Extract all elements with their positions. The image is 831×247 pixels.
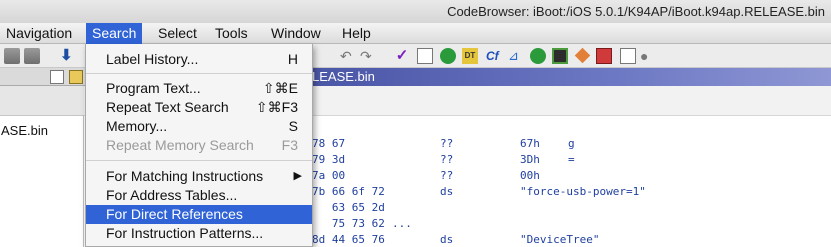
row-bytes: 8d 44 65 76 [312, 233, 385, 246]
menu-help[interactable]: Help [336, 23, 377, 44]
row-operand: "force-usb-power=1" [520, 185, 646, 198]
menu-item-address-tables[interactable]: For Address Tables... [86, 186, 312, 205]
disassemble-icon[interactable] [417, 48, 433, 64]
row-bytes: 79 3d [312, 153, 346, 166]
menu-item-label: Label History... [106, 51, 199, 67]
window-titlebar: CodeBrowser: iBoot:/iOS 5.0.1/K94AP/iBoo… [0, 0, 831, 23]
folder-icon[interactable] [69, 70, 83, 84]
shortcut-label: ⇧⌘E [262, 80, 298, 96]
row-mnemonic: ds [440, 233, 454, 246]
row-bytes: 75 73 62 [312, 217, 385, 230]
shortcut-label: F3 [281, 137, 298, 153]
menu-item-label: For Instruction Patterns... [106, 225, 264, 241]
row-mnemonic: ?? [440, 153, 454, 166]
forward-icon[interactable] [24, 48, 40, 64]
row-operand: 3Dh [520, 153, 540, 166]
menu-search[interactable]: Search [86, 23, 143, 44]
data-type-icon[interactable]: DT [462, 48, 478, 64]
shortcut-label: S [288, 118, 298, 134]
row-mnemonic: ?? [440, 137, 454, 150]
down-arrow-icon[interactable]: ⬇ [60, 48, 76, 64]
checkmark-icon[interactable]: ✓ [394, 48, 410, 64]
shortcut-label: ⇧⌘F3 [255, 99, 298, 115]
row-bytes: 78 67 [312, 137, 346, 150]
menu-item-label-history[interactable]: Label History... H [86, 50, 312, 69]
program-tree-header [0, 86, 84, 116]
row-bytes: 63 65 2d [312, 201, 385, 214]
menu-item-repeat-text-search[interactable]: Repeat Text Search ⇧⌘F3 [86, 98, 312, 117]
tab-listing[interactable] [310, 68, 831, 86]
tab-title: LEASE.bin [312, 69, 375, 84]
menu-item-instruction-patterns[interactable]: For Instruction Patterns... [86, 224, 312, 243]
menu-item-label: For Matching Instructions [106, 168, 264, 184]
document-icon[interactable] [620, 48, 636, 64]
menu-item-label: For Address Tables... [106, 187, 238, 203]
submenu-arrow-icon: ▶ [293, 170, 302, 182]
row-comment: g [568, 137, 575, 150]
row-ellipsis: ... [392, 217, 412, 230]
menu-item-program-text[interactable]: Program Text... ⇧⌘E [86, 79, 312, 98]
menu-item-direct-references[interactable]: For Direct References [86, 205, 312, 224]
menu-item-label: Repeat Text Search [106, 99, 229, 115]
call-tree-icon[interactable]: ⊿ [508, 48, 524, 64]
redo-icon[interactable]: ↷ [360, 48, 376, 64]
menu-tools[interactable]: Tools [209, 23, 254, 44]
row-comment: = [568, 153, 575, 166]
function-icon[interactable]: Cf [486, 48, 502, 64]
undo-icon[interactable]: ↶ [340, 48, 356, 64]
stop-icon[interactable] [596, 48, 612, 64]
menu-separator [86, 160, 312, 161]
row-operand: 00h [520, 169, 540, 182]
menu-item-memory[interactable]: Memory... S [86, 117, 312, 136]
menu-item-label: Program Text... [106, 80, 201, 96]
program-tree-icon[interactable] [50, 70, 64, 84]
row-mnemonic: ds [440, 185, 454, 198]
program-tree-item[interactable]: ASE.bin [1, 123, 48, 138]
menu-item-label: Memory... [106, 118, 168, 134]
search-menu-dropdown: Label History... H Program Text... ⇧⌘E R… [85, 44, 313, 247]
menu-separator [86, 73, 312, 74]
window-title: CodeBrowser: iBoot:/iOS 5.0.1/K94AP/iBoo… [447, 4, 825, 19]
back-icon[interactable] [4, 48, 20, 64]
bookmark-diamond-icon[interactable] [574, 47, 591, 64]
menu-select[interactable]: Select [152, 23, 203, 44]
menu-navigation[interactable]: Navigation [0, 23, 78, 44]
menu-item-label: For Direct References [106, 206, 243, 222]
menu-item-label: Repeat Memory Search [106, 137, 254, 153]
memory-chip-icon[interactable] [552, 48, 568, 64]
shortcut-label: H [287, 51, 298, 67]
program-tree-panel: ASE.bin [0, 86, 84, 247]
row-bytes: 7a 00 [312, 169, 346, 182]
row-operand: "DeviceTree" [520, 233, 600, 246]
row-bytes: 7b 66 6f 72 [312, 185, 385, 198]
refresh-icon[interactable] [440, 48, 456, 64]
plugin-icon[interactable]: ● [640, 48, 656, 64]
row-operand: 67h [520, 137, 540, 150]
menu-item-matching-instructions[interactable]: For Matching Instructions ▶ [86, 167, 312, 186]
row-mnemonic: ?? [440, 169, 454, 182]
menu-item-repeat-memory-search: Repeat Memory Search F3 [86, 136, 312, 155]
menu-window[interactable]: Window [265, 23, 327, 44]
run-icon[interactable] [530, 48, 546, 64]
menubar: Navigation Search Select Tools Window He… [0, 23, 831, 44]
